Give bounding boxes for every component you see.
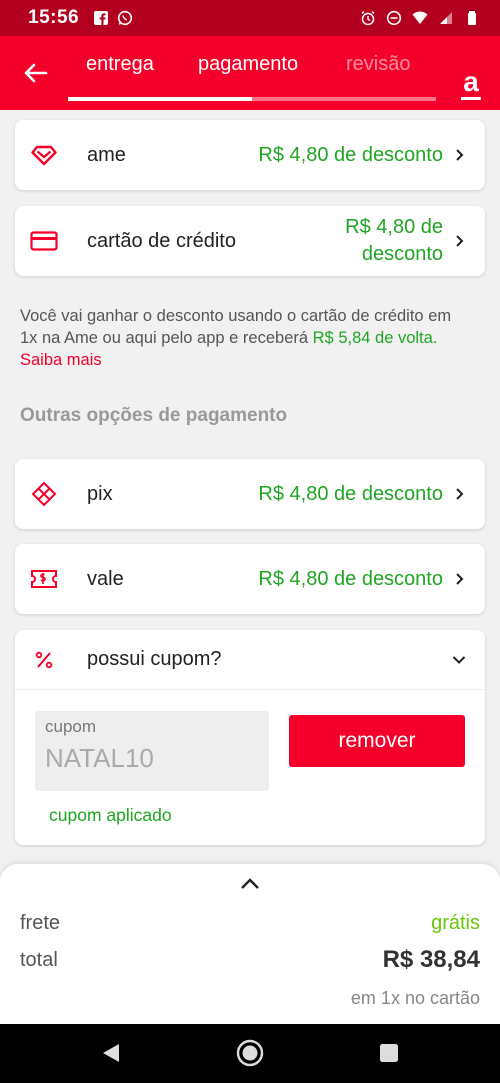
chevron-right-icon [456,235,464,247]
checkout-progress-bar [68,97,436,101]
payment-option-ame[interactable]: ame R$ 4,80 de desconto [15,120,485,190]
do-not-disturb-icon [386,10,402,26]
payment-option-discount: R$ 4,80 de desconto [345,214,443,268]
shipping-value: grátis [431,912,480,934]
back-arrow-icon[interactable] [18,56,52,90]
payment-option-label: vale [87,567,124,590]
payment-option-label: pix [87,482,113,505]
voucher-icon [29,564,59,594]
order-summary-sheet: frete grátis total R$ 38,84 em 1x no car… [0,864,500,1024]
coupon-applied-status: cupom aplicado [49,805,172,825]
brand-letter: a [463,66,479,97]
nav-home-icon[interactable] [236,1039,264,1067]
ame-heart-icon [29,140,59,170]
payment-option-credit-card[interactable]: cartão de crédito R$ 4,80 de desconto [15,206,485,276]
battery-icon [468,11,476,25]
nav-back-icon[interactable] [99,1041,123,1065]
status-bar: 15:56 [0,0,500,36]
cashback-info: Você vai ganhar o desconto usando o cart… [20,305,470,371]
status-time: 15:56 [28,7,80,28]
percent-icon [29,645,59,675]
payment-option-vale[interactable]: vale R$ 4,80 de desconto [15,544,485,614]
shipping-label: frete [20,912,61,934]
payment-option-discount: R$ 4,80 de desconto [258,143,443,166]
payment-option-discount: R$ 4,80 de desconto [258,482,443,505]
chevron-right-icon [456,573,464,585]
checkout-progress-fill [68,97,252,101]
coupon-field-label: cupom [45,717,97,736]
chevron-up-icon[interactable] [238,876,262,892]
payment-option-label: ame [87,143,126,166]
checkout-header: entrega pagamento revisão a [0,36,500,110]
chevron-right-icon [456,488,464,500]
total-label: total [20,949,58,971]
payment-option-discount: R$ 4,80 de desconto [258,567,443,590]
wifi-icon [412,11,428,24]
tab-entrega[interactable]: entrega [86,53,154,76]
payment-option-pix[interactable]: pix R$ 4,80 de desconto [15,459,485,529]
discount-line-2: desconto [361,243,443,265]
cashback-amount: R$ 5,84 de volta. [312,329,438,347]
facebook-icon [94,11,109,25]
credit-card-icon [29,226,59,256]
tab-pagamento[interactable]: pagamento [198,53,298,76]
tab-revisao[interactable]: revisão [346,53,410,76]
signal-icon [440,12,452,24]
remove-coupon-button[interactable]: remover [289,715,465,767]
learn-more-link[interactable]: Saiba mais [20,351,102,369]
coupon-question: possui cupom? [87,648,222,670]
brand-underline [461,97,481,100]
discount-line-1: R$ 4,80 de [345,216,443,238]
pix-icon [29,479,59,509]
americanas-logo: a [459,68,483,102]
coupon-toggle[interactable]: possui cupom? [15,630,485,690]
coupon-field-value: NATAL10 [45,743,154,773]
total-value: R$ 38,84 [382,946,480,973]
chevron-right-icon [456,149,464,161]
whatsapp-icon [118,10,133,26]
nav-recents-icon[interactable] [377,1041,401,1065]
other-options-title: Outras opções de pagamento [20,405,288,426]
chevron-down-icon [452,655,466,664]
alarm-icon [361,11,375,26]
coupon-card: possui cupom? cupom NATAL10 remover cupo… [15,630,485,845]
system-nav-bar [0,1024,500,1083]
payment-option-label: cartão de crédito [87,229,236,252]
coupon-input[interactable]: cupom NATAL10 [35,711,269,791]
total-installments: em 1x no cartão [350,988,480,1008]
